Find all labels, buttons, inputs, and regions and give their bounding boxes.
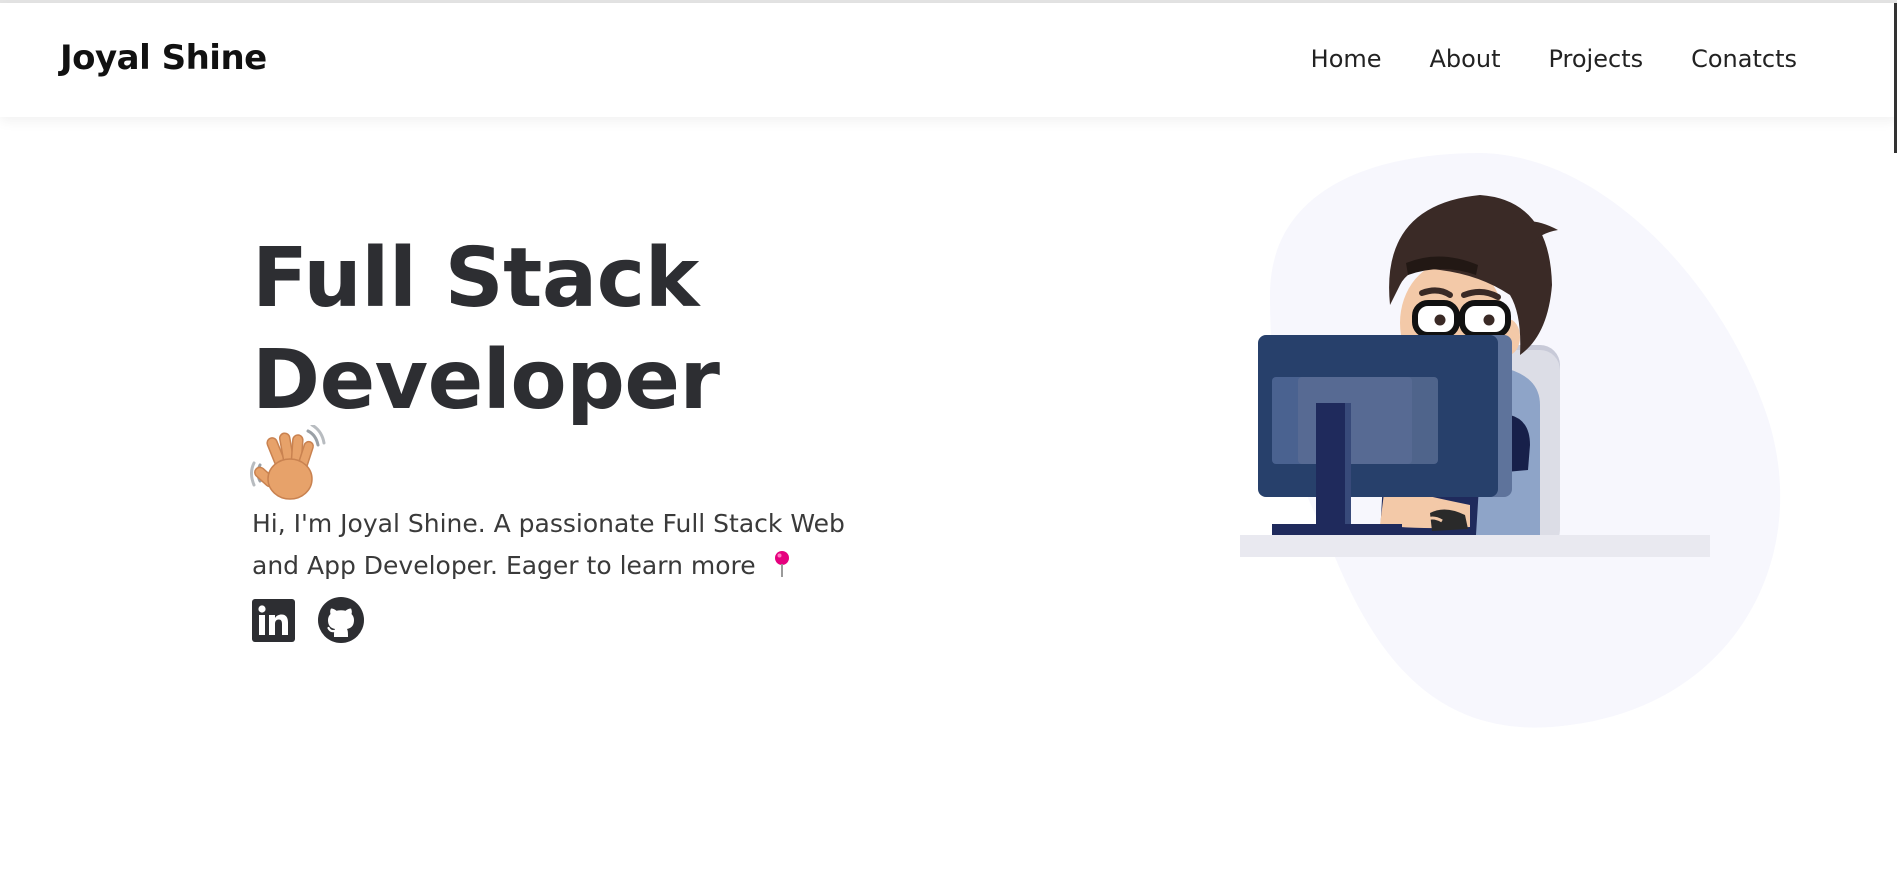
intro-text: Hi, I'm Joyal Shine. A passionate Full S… <box>252 503 872 587</box>
pushpin-icon <box>774 551 789 577</box>
hero-title-line1: Full Stack <box>252 231 699 326</box>
brand-logo[interactable]: Joyal Shine <box>60 38 267 78</box>
developer-illustration <box>1240 153 1781 728</box>
nav-link-contacts[interactable]: Conatcts <box>1691 45 1797 73</box>
nav-link-about[interactable]: About <box>1430 45 1501 73</box>
github-icon[interactable] <box>317 596 365 644</box>
social-links <box>252 596 365 644</box>
hero-title: Full Stack Developer <box>252 228 812 432</box>
linkedin-icon[interactable] <box>252 598 295 642</box>
nav-links: Home About Projects Conatcts <box>1311 45 1797 73</box>
nav-link-projects[interactable]: Projects <box>1548 45 1643 73</box>
waving-hand-icon <box>250 425 326 500</box>
hero-title-line2: Developer <box>252 333 720 428</box>
nav-link-home[interactable]: Home <box>1311 45 1382 73</box>
intro-text-content: Hi, I'm Joyal Shine. A passionate Full S… <box>252 509 845 580</box>
navbar: Joyal Shine Home About Projects Conatcts <box>0 3 1897 117</box>
